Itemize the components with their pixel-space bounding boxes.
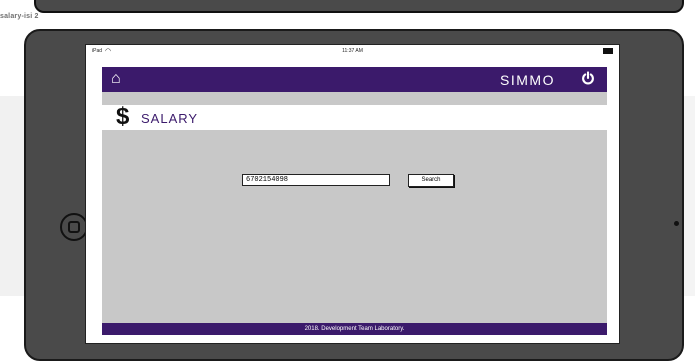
status-bar: iPad ◠ 11:37 AM xyxy=(86,45,619,57)
gray-strip xyxy=(102,92,607,105)
section-header: $ SALARY xyxy=(102,103,607,130)
home-icon[interactable]: ⌂ xyxy=(111,71,121,87)
previous-device-frame xyxy=(34,0,684,13)
brand-title: SIMMO xyxy=(500,72,555,88)
device-home-button[interactable] xyxy=(60,213,88,241)
camera-dot xyxy=(674,221,679,226)
top-bar: ⌂ SIMMO xyxy=(102,67,607,92)
battery-icon xyxy=(603,48,613,54)
search-input[interactable]: 6702154098 xyxy=(242,174,390,186)
footer: 2018. Development Team Laboratory. xyxy=(102,323,607,335)
search-button[interactable]: Search xyxy=(408,174,454,187)
page-label: salary-isi 2 xyxy=(0,13,39,20)
app-window: ⌂ SIMMO $ SALARY 6702154098 Search 2018.… xyxy=(102,67,607,335)
dollar-icon: $ xyxy=(116,103,130,130)
status-time: 11:37 AM xyxy=(342,48,363,54)
device-home-button-inner xyxy=(68,221,80,233)
content-panel: 6702154098 Search xyxy=(102,130,607,323)
section-title: SALARY xyxy=(141,111,199,126)
device-screen: iPad ◠ 11:37 AM ⌂ SIMMO $ SALARY 6702154… xyxy=(85,44,620,344)
power-icon[interactable] xyxy=(581,71,595,85)
